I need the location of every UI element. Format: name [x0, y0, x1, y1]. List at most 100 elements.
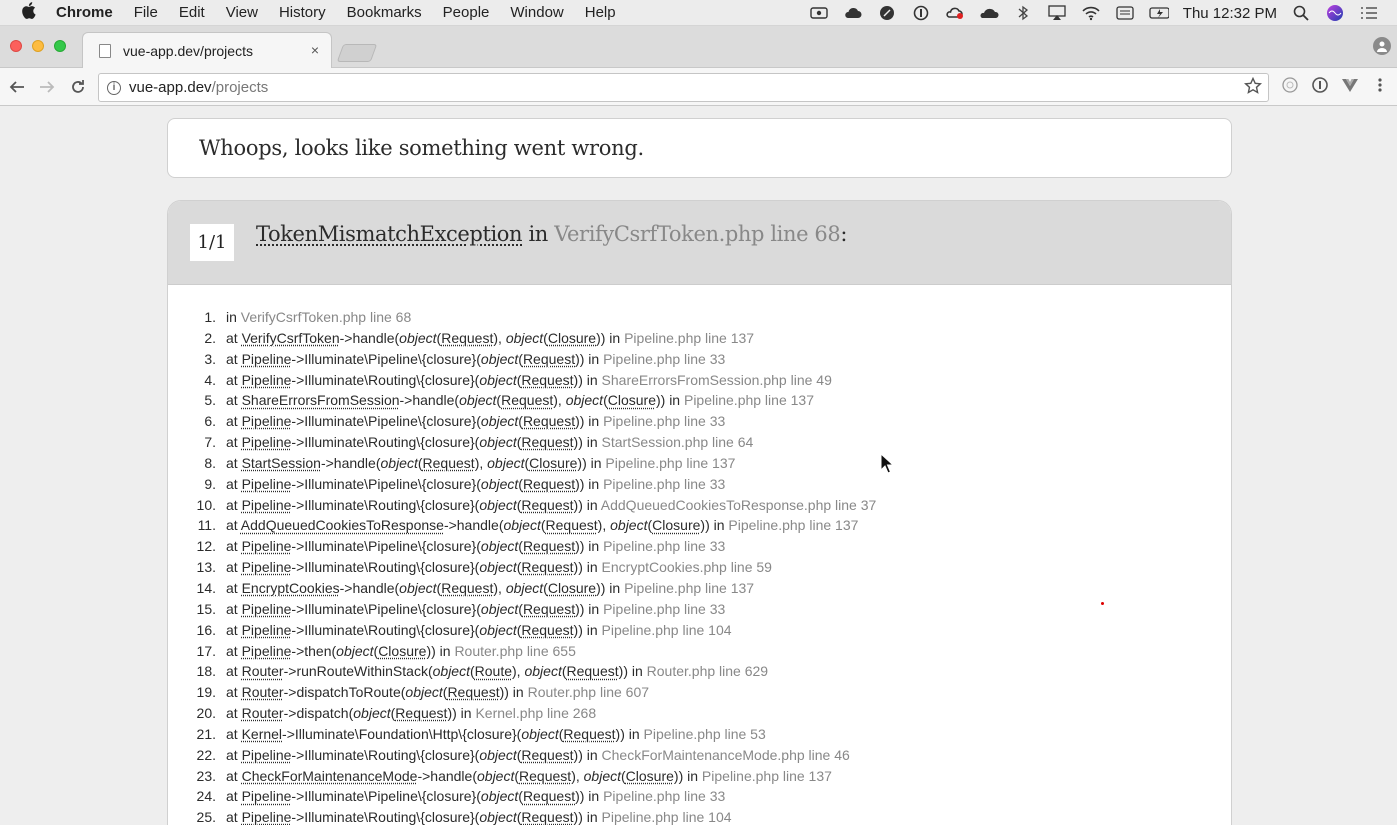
trace-arg-type[interactable]: Request	[423, 455, 475, 471]
trace-class[interactable]: Pipeline	[242, 809, 292, 825]
trace-arg-type[interactable]: Request	[521, 372, 573, 388]
tab-close-icon[interactable]: ×	[307, 42, 323, 58]
reload-icon[interactable]	[67, 76, 89, 98]
menubar-clock[interactable]: Thu 12:32 PM	[1183, 5, 1277, 22]
window-close-button[interactable]	[10, 40, 22, 52]
trace-arg-type[interactable]: Request	[567, 663, 619, 679]
trace-arg-type[interactable]: Request	[501, 392, 553, 408]
video-icon[interactable]	[809, 5, 829, 21]
keyboard-icon[interactable]	[1115, 5, 1135, 21]
trace-arg-type[interactable]: Request	[521, 434, 573, 450]
trace-arg-type[interactable]: Closure	[548, 580, 596, 596]
menu-people[interactable]: People	[443, 4, 490, 21]
trace-class[interactable]: StartSession	[242, 455, 321, 471]
profile-avatar-icon[interactable]	[1373, 37, 1391, 55]
trace-class[interactable]: Pipeline	[242, 622, 292, 638]
trace-class[interactable]: CheckForMaintenanceMode	[242, 768, 418, 784]
trace-class[interactable]: Pipeline	[242, 476, 292, 492]
trace-arg-type[interactable]: Closure	[626, 768, 674, 784]
trace-class[interactable]: EncryptCookies	[242, 580, 340, 596]
trace-class[interactable]: ShareErrorsFromSession	[242, 392, 400, 408]
trace-arg-type[interactable]: Request	[447, 684, 499, 700]
trace-class[interactable]: Pipeline	[242, 601, 292, 617]
trace-class[interactable]: Router	[242, 663, 284, 679]
site-info-icon[interactable]: i	[107, 80, 121, 95]
trace-arg-type[interactable]: Closure	[378, 643, 426, 659]
extension-circle-icon[interactable]	[1281, 76, 1299, 94]
address-bar[interactable]: i vue-app.dev/projects	[98, 73, 1269, 102]
window-zoom-button[interactable]	[54, 40, 66, 52]
trace-arg-type[interactable]: Request	[521, 622, 573, 638]
trace-arg-type[interactable]: Request	[521, 497, 573, 513]
battery-icon[interactable]	[1149, 5, 1169, 21]
trace-arg-type[interactable]: Closure	[529, 455, 577, 471]
menu-view[interactable]: View	[226, 4, 258, 21]
trace-object-keyword: object	[479, 559, 517, 576]
menu-file[interactable]: File	[134, 4, 158, 21]
trace-class[interactable]: Pipeline	[242, 788, 292, 804]
menu-edit[interactable]: Edit	[179, 4, 205, 21]
menu-bookmarks[interactable]: Bookmarks	[347, 4, 422, 21]
trace-arg-type[interactable]: Request	[395, 705, 447, 721]
menu-app-name[interactable]: Chrome	[56, 4, 113, 21]
trace-arg-type[interactable]: Route	[475, 663, 512, 679]
trace-class[interactable]: Pipeline	[242, 497, 292, 513]
chrome-menu-icon[interactable]	[1371, 76, 1389, 94]
spotlight-search-icon[interactable]	[1291, 5, 1311, 21]
trace-arg-type[interactable]: Request	[521, 559, 573, 575]
trace-class[interactable]: Pipeline	[242, 643, 292, 659]
trace-arg-type[interactable]: Request	[546, 517, 598, 533]
trace-class[interactable]: Router	[242, 684, 284, 700]
trace-arg-type[interactable]: Request	[523, 601, 575, 617]
trace-arg-type[interactable]: Request	[523, 413, 575, 429]
trace-class[interactable]: Pipeline	[242, 538, 292, 554]
trace-arg-type[interactable]: Request	[521, 809, 573, 825]
new-tab-button[interactable]	[336, 44, 378, 62]
trace-arg-type[interactable]: Request	[519, 768, 571, 784]
trace-class[interactable]: Kernel	[242, 726, 282, 742]
trace-class[interactable]: Pipeline	[242, 372, 292, 388]
notification-center-icon[interactable]	[1359, 5, 1379, 21]
back-arrow-icon[interactable]	[6, 76, 28, 98]
trace-row-number: 10.	[196, 496, 216, 513]
trace-arg-type[interactable]: Closure	[548, 330, 596, 346]
apple-icon[interactable]	[18, 1, 38, 24]
trace-class[interactable]: AddQueuedCookiesToResponse	[241, 517, 444, 533]
trace-class[interactable]: Pipeline	[242, 559, 292, 575]
cloud-dark-icon[interactable]	[979, 5, 999, 21]
extension-vue-devtools-icon[interactable]	[1341, 76, 1359, 94]
trace-arg-type[interactable]: Request	[523, 351, 575, 367]
trace-class[interactable]: Pipeline	[242, 351, 292, 367]
siri-icon[interactable]	[1325, 5, 1345, 21]
airplay-icon[interactable]	[1047, 5, 1067, 21]
onepassword-icon[interactable]	[911, 5, 931, 21]
trace-arg-type[interactable]: Request	[521, 747, 573, 763]
extension-onepassword-icon[interactable]	[1311, 76, 1329, 94]
trace-class[interactable]: Router	[242, 705, 284, 721]
exception-class[interactable]: TokenMismatchException	[256, 222, 523, 246]
trace-arg-type[interactable]: Request	[563, 726, 615, 742]
trace-class[interactable]: Pipeline	[242, 747, 292, 763]
forward-arrow-icon[interactable]	[36, 76, 58, 98]
creative-cloud-icon[interactable]	[945, 5, 965, 21]
trace-arg-type[interactable]: Request	[523, 476, 575, 492]
menu-history[interactable]: History	[279, 4, 326, 21]
trace-class[interactable]: Pipeline	[242, 413, 292, 429]
trace-arg-type[interactable]: Request	[441, 330, 493, 346]
trace-arg-type[interactable]: Request	[441, 580, 493, 596]
menu-window[interactable]: Window	[510, 4, 563, 21]
feather-icon[interactable]	[877, 5, 897, 21]
trace-arg-type[interactable]: Request	[523, 788, 575, 804]
wifi-icon[interactable]	[1081, 5, 1101, 21]
browser-tab-active[interactable]: vue-app.dev/projects ×	[82, 32, 332, 68]
trace-arg-type[interactable]: Closure	[608, 392, 656, 408]
trace-arg-type[interactable]: Closure	[652, 517, 700, 533]
menu-help[interactable]: Help	[585, 4, 616, 21]
trace-class[interactable]: VerifyCsrfToken	[242, 330, 340, 346]
trace-class[interactable]: Pipeline	[242, 434, 292, 450]
window-minimize-button[interactable]	[32, 40, 44, 52]
bookmark-star-icon[interactable]	[1243, 76, 1263, 100]
bluetooth-icon[interactable]	[1013, 5, 1033, 21]
trace-arg-type[interactable]: Request	[523, 538, 575, 554]
cloud-icon[interactable]	[843, 5, 863, 21]
